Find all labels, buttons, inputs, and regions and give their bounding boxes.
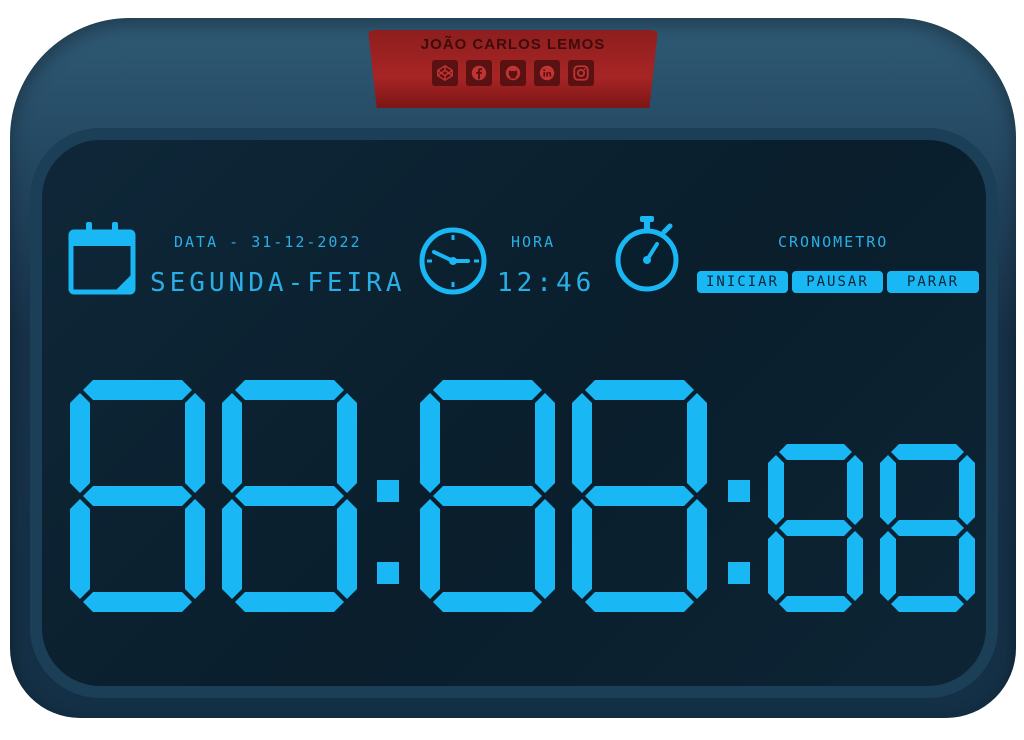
segment-c <box>535 499 555 599</box>
segment-g <box>779 520 852 536</box>
segment-d <box>779 596 852 612</box>
segment-b <box>687 393 707 493</box>
segment-f <box>70 393 90 493</box>
segment-f <box>572 393 592 493</box>
colon-dot <box>728 480 750 502</box>
segment-d <box>433 592 542 612</box>
segment-g <box>235 486 344 506</box>
segment-a <box>235 380 344 400</box>
segment-c <box>847 531 863 601</box>
segment-b <box>959 455 975 525</box>
segment-g <box>83 486 192 506</box>
segment-e <box>420 499 440 599</box>
segment-f <box>880 455 896 525</box>
segment-d <box>235 592 344 612</box>
segment-c <box>185 499 205 599</box>
segment-d <box>585 592 694 612</box>
segment-e <box>572 499 592 599</box>
segment-e <box>70 499 90 599</box>
segment-a <box>83 380 192 400</box>
segment-f <box>768 455 784 525</box>
segment-g <box>585 486 694 506</box>
segment-d <box>83 592 192 612</box>
segment-e <box>768 531 784 601</box>
segment-a <box>779 444 852 460</box>
segment-a <box>891 444 964 460</box>
segment-e <box>222 499 242 599</box>
segment-f <box>222 393 242 493</box>
segment-f <box>420 393 440 493</box>
segment-c <box>337 499 357 599</box>
segment-g <box>891 520 964 536</box>
segment-c <box>959 531 975 601</box>
segment-a <box>433 380 542 400</box>
segment-c <box>687 499 707 599</box>
segment-g <box>433 486 542 506</box>
segment-b <box>337 393 357 493</box>
segment-e <box>880 531 896 601</box>
colon-dot <box>377 480 399 502</box>
seven-segment-display <box>70 380 975 612</box>
segment-a <box>585 380 694 400</box>
colon-dot <box>728 562 750 584</box>
segment-b <box>535 393 555 493</box>
segment-d <box>891 596 964 612</box>
colon-dot <box>377 562 399 584</box>
segment-b <box>185 393 205 493</box>
segment-b <box>847 455 863 525</box>
